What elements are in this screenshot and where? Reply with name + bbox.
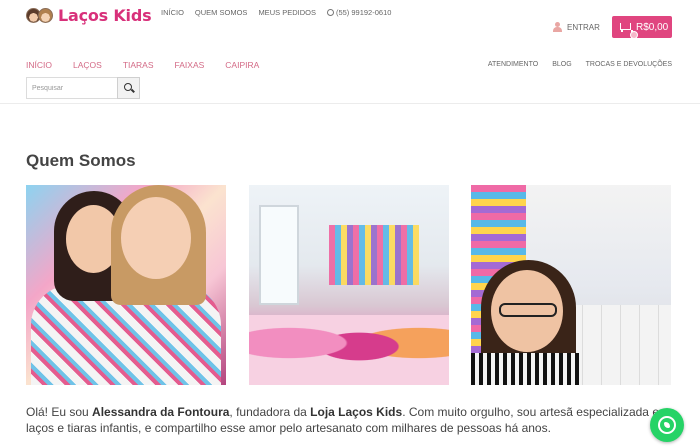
top-link-quem-somos[interactable]: QUEM SOMOS [195, 8, 248, 17]
search-input[interactable] [26, 77, 117, 99]
phone-link[interactable]: (55) 99192-0610 [326, 8, 402, 17]
nav-item-caipira[interactable]: CAIPIRA [225, 60, 259, 70]
header: Laços Kids INÍCIO QUEM SOMOS MEUS PEDIDO… [0, 0, 700, 104]
nav-item-lacos[interactable]: LAÇOS [73, 60, 102, 70]
store-name: Loja Laços Kids [310, 405, 403, 419]
main-nav: INÍCIO LAÇOS TIARAS FAIXAS CAIPIRA [26, 60, 280, 70]
login-label: ENTRAR [567, 22, 600, 32]
photo-shape [499, 303, 557, 317]
photo-shape [121, 197, 191, 279]
cart-badge [630, 31, 638, 39]
nav-item-trocas[interactable]: TROCAS E DEVOLUÇÕES [586, 61, 672, 68]
store-selfie-photo [471, 185, 671, 385]
cart-button[interactable]: R$0,00 [612, 16, 672, 39]
nav-item-inicio[interactable]: INÍCIO [26, 60, 52, 70]
top-link-meus-pedidos[interactable]: MEUS PEDIDOS [258, 8, 316, 17]
whatsapp-button[interactable] [650, 408, 684, 442]
nav-item-faixas[interactable]: FAIXAS [175, 60, 205, 70]
phone-number: (55) 99192-0610 [335, 8, 392, 17]
logo-face-icon [38, 8, 53, 23]
search-button[interactable] [117, 77, 140, 99]
top-link-inicio[interactable]: INÍCIO [161, 8, 184, 17]
nav-item-blog[interactable]: BLOG [552, 61, 571, 68]
founder-name: Alessandra da Fontoura [92, 405, 230, 419]
photo-shape [249, 315, 449, 385]
nav-item-tiaras[interactable]: TIARAS [123, 60, 154, 70]
nav-item-atendimento[interactable]: ATENDIMENTO [488, 61, 538, 68]
phone-icon [326, 9, 334, 16]
logo-text: Laços Kids [58, 6, 152, 25]
top-links: INÍCIO QUEM SOMOS MEUS PEDIDOS (55) 9919… [161, 8, 413, 17]
store-shelves-photo [249, 185, 449, 385]
cart-icon [618, 22, 638, 39]
intro-text: Olá! Eu sou Alessandra da Fontoura, fund… [26, 404, 686, 436]
founder-with-child-photo [26, 185, 226, 385]
intro-part: Olá! Eu sou [26, 405, 93, 419]
whatsapp-icon [658, 416, 676, 434]
logo[interactable]: Laços Kids [26, 6, 152, 25]
user-icon [553, 22, 562, 32]
cart-total: R$0,00 [636, 21, 669, 33]
logo-image [26, 8, 53, 23]
photo-shape [259, 205, 299, 305]
intro-part: , fundadora da [229, 405, 311, 419]
login-button[interactable]: ENTRAR [553, 22, 600, 32]
page-title: Quem Somos [26, 151, 136, 170]
secondary-nav: ATENDIMENTO BLOG TROCAS E DEVOLUÇÕES [474, 61, 672, 68]
search-bar [26, 77, 140, 99]
photo-shape [329, 225, 419, 285]
photo-shape [471, 353, 581, 385]
